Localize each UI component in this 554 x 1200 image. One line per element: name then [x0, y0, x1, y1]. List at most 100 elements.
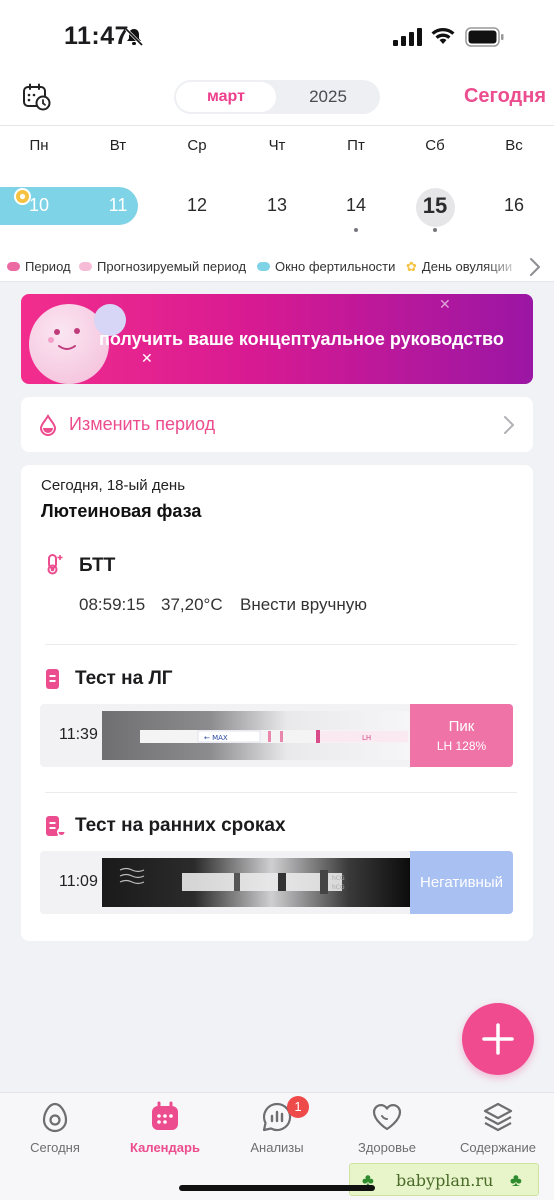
tab-calendar[interactable]: Календарь [110, 1101, 220, 1171]
legend-item-period: Период [7, 259, 71, 274]
strip-mark: hCG [332, 875, 345, 882]
hcg-result-badge: Негативный [410, 851, 513, 914]
day-cell[interactable]: 13 [247, 195, 307, 216]
legend-fade [484, 252, 554, 281]
tab-label: Здоровье [357, 1140, 417, 1155]
edit-period-label: Изменить период [69, 414, 216, 434]
day-cell-today[interactable]: 15 [405, 193, 465, 219]
promo-text: получить ваше концептуальное руководство [99, 329, 504, 349]
legend-swatch [7, 262, 20, 272]
lh-test-title: Тест на ЛГ [75, 668, 173, 689]
legend-label: Окно фертильности [275, 259, 396, 274]
sparkle-icon: ✕ [439, 296, 451, 312]
tab-today[interactable]: Сегодня [0, 1101, 110, 1171]
sparkle-icon: ✕ [141, 350, 153, 366]
day-record-dot [433, 228, 437, 232]
battery-icon [465, 27, 504, 47]
legend-swatch [257, 262, 270, 272]
strip-mark: LH [362, 734, 371, 742]
legend-label: Период [25, 259, 71, 274]
weekday-label: Вс [505, 137, 523, 154]
weekday-label: Сб [425, 137, 445, 154]
lh-test-icon [46, 669, 59, 689]
month-year-switch[interactable]: март 2025 [174, 80, 380, 114]
today-button[interactable]: Сегодня [464, 85, 546, 108]
section-divider [45, 644, 517, 645]
day-cell[interactable]: 12 [167, 195, 227, 216]
add-record-button[interactable] [462, 1003, 534, 1075]
tab-health[interactable]: Здоровье [332, 1101, 442, 1171]
legend-label: Прогнозируемый период [97, 259, 247, 274]
lh-result-badge: Пик LH 128% [410, 704, 513, 767]
bbt-time: 08:59:15 [79, 595, 146, 614]
drop-icon [39, 414, 57, 436]
day-record-dot [354, 228, 358, 232]
early-test-entry[interactable]: 11:09 hCG hCG Негативный [40, 851, 513, 914]
guide-promo-banner[interactable]: ✕ ✕ получить ваше концептуальное руковод… [21, 294, 533, 384]
chevron-right-icon[interactable] [528, 256, 542, 278]
ovulation-flower-icon: ✿ [406, 259, 417, 274]
edit-period-row[interactable]: Изменить период [21, 397, 533, 452]
strip-mark: ← MAX [204, 734, 228, 742]
lh-strip-photo: ← MAX LH [102, 711, 410, 760]
calendar-clock-icon[interactable] [22, 82, 52, 112]
plus-icon [482, 1023, 514, 1055]
day-cell[interactable]: 14 [326, 195, 386, 216]
lh-test-time: 11:39 [59, 726, 98, 743]
lh-test-entry[interactable]: 11:39 ← MAX LH Пик LH 128% [40, 704, 513, 767]
layers-icon [483, 1102, 513, 1132]
thermometer-icon [47, 554, 63, 575]
tab-analysis[interactable]: 1 Анализы [222, 1096, 332, 1171]
early-test-time: 11:09 [59, 873, 98, 890]
tab-label: Календарь [130, 1140, 200, 1155]
hcg-strip-photo: hCG hCG [102, 858, 410, 907]
chevron-right-icon [504, 416, 514, 434]
day-summary-card: Сегодня, 18-ый день Лютеиновая фаза БТТ … [21, 465, 533, 941]
watermark: ♣ babyplan.ru ♣ [349, 1163, 539, 1196]
signal-icon [393, 28, 422, 46]
weekday-label: Пт [347, 137, 365, 154]
bell-muted-icon [124, 27, 144, 47]
strip-mark: hCG [332, 884, 345, 891]
section-divider [45, 792, 517, 793]
day-cell[interactable]: 11 [88, 195, 148, 216]
legend-swatch [79, 262, 92, 272]
watermark-text: babyplan.ru [396, 1171, 494, 1190]
weekday-label: Пн [29, 137, 49, 154]
tab-content[interactable]: Содержание [443, 1101, 553, 1171]
bbt-title: БТТ [79, 555, 116, 576]
weekday-label: Вт [109, 137, 127, 154]
week-strip: Пн Вт Ср Чт Пт Сб Вс 10 11 12 13 14 15 1… [0, 126, 554, 252]
tab-label: Содержание [460, 1140, 536, 1155]
day-cell[interactable]: 16 [484, 195, 544, 216]
calendar-header: март 2025 Сегодня [0, 70, 554, 126]
pregnancy-test-icon [46, 816, 66, 837]
lh-result-detail: LH 128% [436, 739, 487, 753]
tab-label: Сегодня [30, 1140, 80, 1155]
weekday-label: Чт [268, 137, 286, 154]
lh-result: Пик [448, 718, 475, 735]
cycle-legend: Период Прогнозируемый период Окно фертил… [0, 252, 554, 282]
weekday-label: Ср [187, 137, 207, 154]
tab-label: Анализы [250, 1140, 304, 1155]
status-bar: 11:47 [0, 0, 554, 70]
clover-icon: ♣ [510, 1170, 522, 1190]
notification-badge: 1 [287, 1096, 309, 1118]
day-cell[interactable]: 10 [9, 195, 69, 216]
legend-item-predicted: Прогнозируемый период [79, 259, 246, 274]
month-selector[interactable]: март [176, 82, 276, 112]
bbt-manual-entry[interactable]: Внести вручную [240, 595, 367, 615]
calendar-icon [152, 1101, 178, 1130]
bbt-temperature: 37,20°C [161, 595, 223, 614]
year-selector[interactable]: 2025 [278, 82, 378, 112]
cycle-day-subtitle: Сегодня, 18-ый день [41, 477, 186, 494]
legend-item-fertile: Окно фертильности [257, 259, 395, 274]
cycle-phase-title: Лютеиновая фаза [41, 501, 202, 521]
egg-icon [42, 1102, 68, 1133]
home-indicator[interactable] [179, 1185, 375, 1191]
hcg-result: Негативный [420, 874, 503, 891]
wifi-icon [431, 28, 455, 44]
status-time: 11:47 [64, 22, 130, 50]
early-test-title: Тест на ранних сроках [75, 815, 286, 836]
heart-icon [372, 1104, 402, 1131]
